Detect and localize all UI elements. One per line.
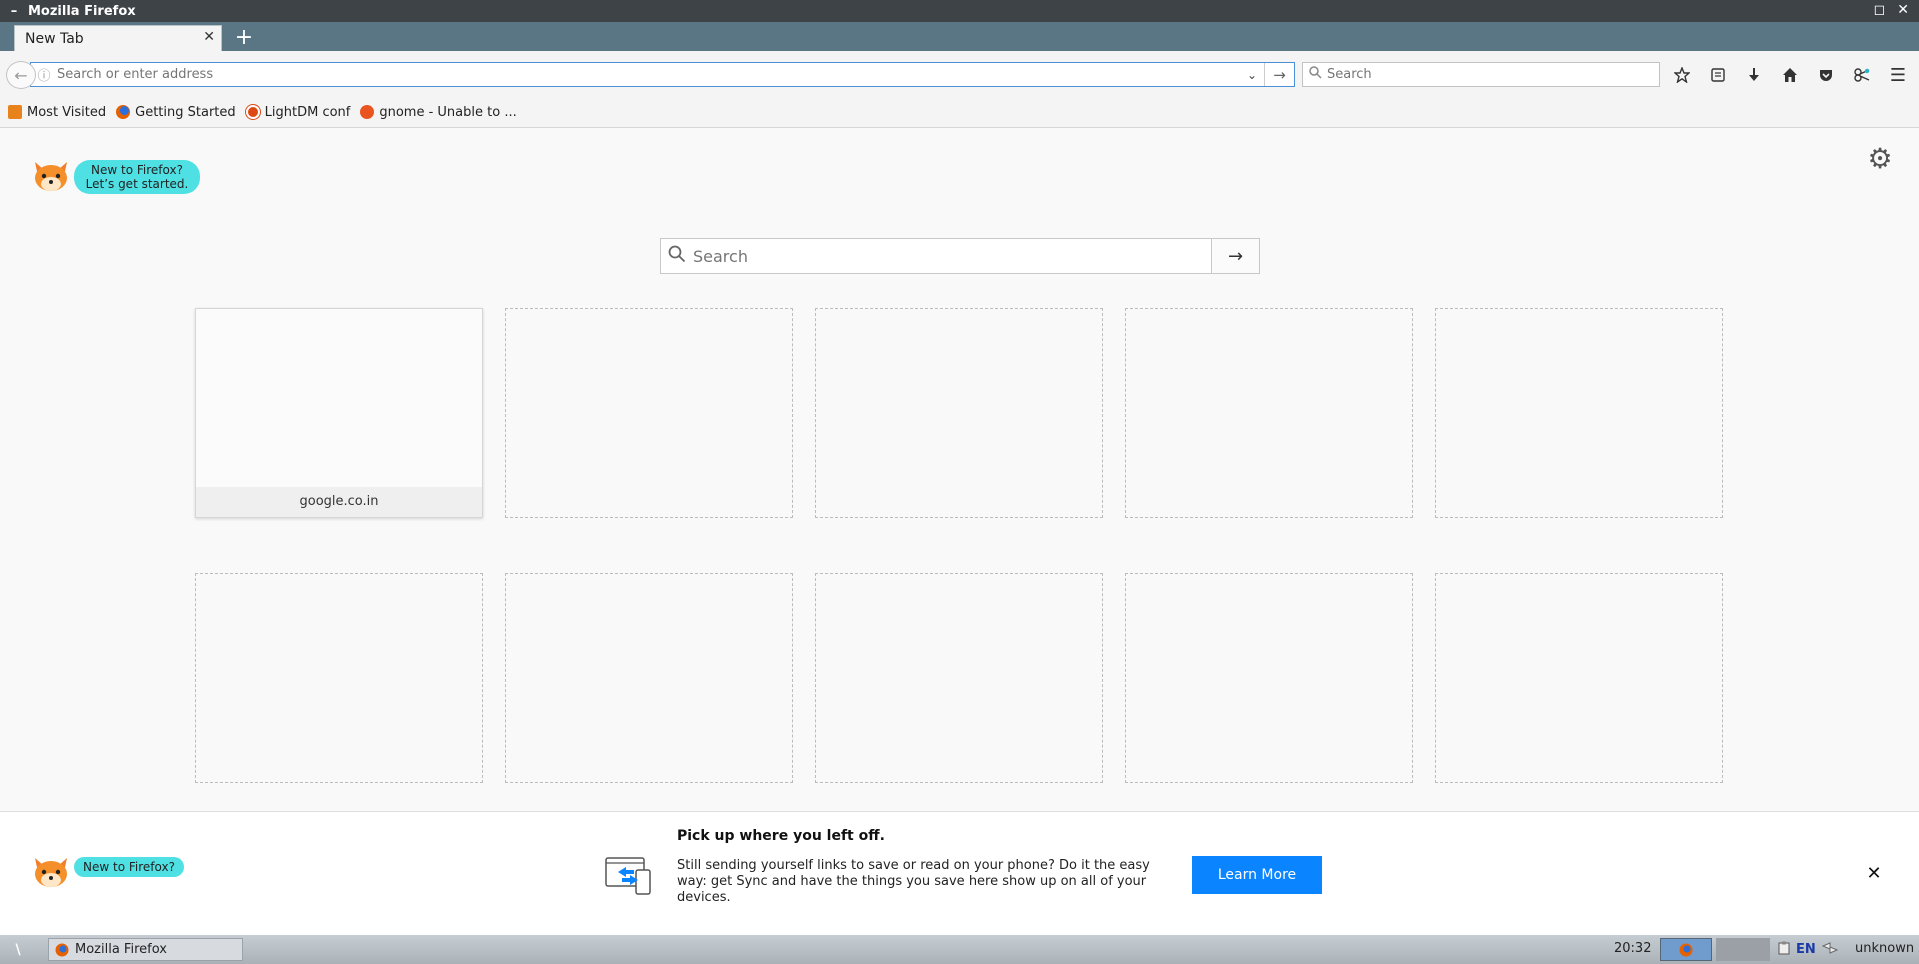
window-close-icon[interactable]: ✕ [1897,2,1909,18]
clipboard-icon[interactable] [1778,941,1790,958]
history-dropdown-icon[interactable]: ⌄ [1240,68,1264,82]
tray-firefox-indicator[interactable] [1660,938,1712,961]
bookmark-label: LightDM conf [264,104,351,120]
newtab-search-go-button[interactable]: → [1211,239,1259,273]
toolbar-buttons [1670,63,1874,87]
empty-tile[interactable] [195,573,483,783]
gear-icon[interactable]: ⚙ [1865,144,1895,174]
reading-list-icon[interactable] [1706,63,1730,87]
ubuntu-icon [245,105,260,119]
onboarding-line-2: Let’s get started. [85,177,189,191]
network-icon[interactable] [1821,942,1839,957]
bookmark-label: Getting Started [135,104,236,120]
tab-close-icon[interactable]: ✕ [203,29,215,45]
empty-tile[interactable] [815,308,1103,518]
bookmark-star-icon[interactable] [1670,63,1694,87]
empty-tile[interactable] [1435,308,1723,518]
close-icon[interactable]: ✕ [1862,862,1886,886]
new-tab-button[interactable]: + [230,24,258,50]
pocket-icon[interactable] [1814,63,1838,87]
search-icon [1303,66,1327,83]
tab-label: New Tab [25,30,84,47]
home-icon[interactable] [1778,63,1802,87]
onboarding-bubble-small[interactable]: New to Firefox? [74,857,184,877]
bookmark-gnome-unable[interactable]: gnome - Unable to ... [360,104,517,120]
window-titlebar: – Mozilla Firefox ◻ ✕ [0,0,1919,22]
go-button[interactable]: → [1264,63,1294,86]
bookmark-lightdm-conf[interactable]: LightDM conf [245,104,351,120]
most-visited-icon [8,105,22,119]
window-title: Mozilla Firefox [28,3,136,19]
keyboard-layout-indicator[interactable]: EN [1796,942,1816,957]
tile-label: google.co.in [196,487,482,517]
askubuntu-icon [360,105,375,119]
navigation-toolbar: ⓘ ⌄ → ← ☰ [0,51,1919,97]
sync-notification-bar: New to Firefox? Pick up where you left o… [0,811,1919,935]
downloads-icon[interactable] [1742,63,1766,87]
tab-strip: New Tab ✕ + [0,22,1919,51]
learn-more-button[interactable]: Learn More [1192,856,1322,894]
notification-heading: Pick up where you left off. [677,828,885,844]
empty-tile[interactable] [1125,573,1413,783]
bookmark-label: gnome - Unable to ... [379,104,517,120]
firefox-icon [116,105,131,119]
app-launcher-button[interactable]: \ [0,942,36,958]
search-icon [661,245,693,268]
bookmark-label: Most Visited [27,104,107,120]
tile-thumbnail [196,309,482,489]
new-tab-page: New to Firefox? Let’s get started. ⚙ → g… [0,128,1919,811]
url-bar[interactable]: ⓘ ⌄ → [30,62,1295,87]
newtab-search-box[interactable]: → [660,238,1260,274]
notification-body: Still sending yourself links to save or … [677,858,1150,905]
sync-devices-icon [605,857,651,895]
extension-icon[interactable] [1850,63,1874,87]
taskbar-item-label: Mozilla Firefox [75,942,167,957]
system-tray: EN [1778,941,1839,958]
newtab-search-input[interactable] [693,246,1211,266]
empty-tile[interactable] [505,308,793,518]
user-indicator[interactable]: unknown [1855,941,1914,956]
tray-workspace-indicator[interactable] [1716,938,1770,961]
onboarding-bubble[interactable]: New to Firefox? Let’s get started. [74,160,200,194]
search-bar[interactable] [1302,62,1660,87]
url-input[interactable] [57,67,1240,82]
window-menu-button[interactable]: – [0,4,28,19]
os-taskbar: \ Mozilla Firefox 20:32 EN unknown [0,935,1919,964]
firefox-icon [55,943,69,956]
clock[interactable]: 20:32 [1614,941,1651,956]
maximize-icon[interactable]: ◻ [1874,2,1886,18]
firefox-icon [1679,943,1693,956]
taskbar-item-firefox[interactable]: Mozilla Firefox [48,938,243,961]
tab-new-tab[interactable]: New Tab ✕ [14,25,222,51]
hamburger-menu-button[interactable]: ☰ [1885,63,1911,87]
search-input[interactable] [1327,67,1659,82]
onboarding-line-1: New to Firefox? [91,163,183,177]
firefox-mascot-icon[interactable] [32,160,70,192]
top-site-tile-google[interactable]: google.co.in [195,308,483,518]
firefox-mascot-icon[interactable] [32,856,70,888]
empty-tile[interactable] [1125,308,1413,518]
bookmarks-toolbar: Most Visited Getting Started LightDM con… [0,97,1919,128]
empty-tile[interactable] [505,573,793,783]
back-button[interactable]: ← [6,61,36,89]
bookmark-most-visited[interactable]: Most Visited [8,105,106,120]
empty-tile[interactable] [1435,573,1723,783]
bookmark-getting-started[interactable]: Getting Started [116,105,236,120]
empty-tile[interactable] [815,573,1103,783]
